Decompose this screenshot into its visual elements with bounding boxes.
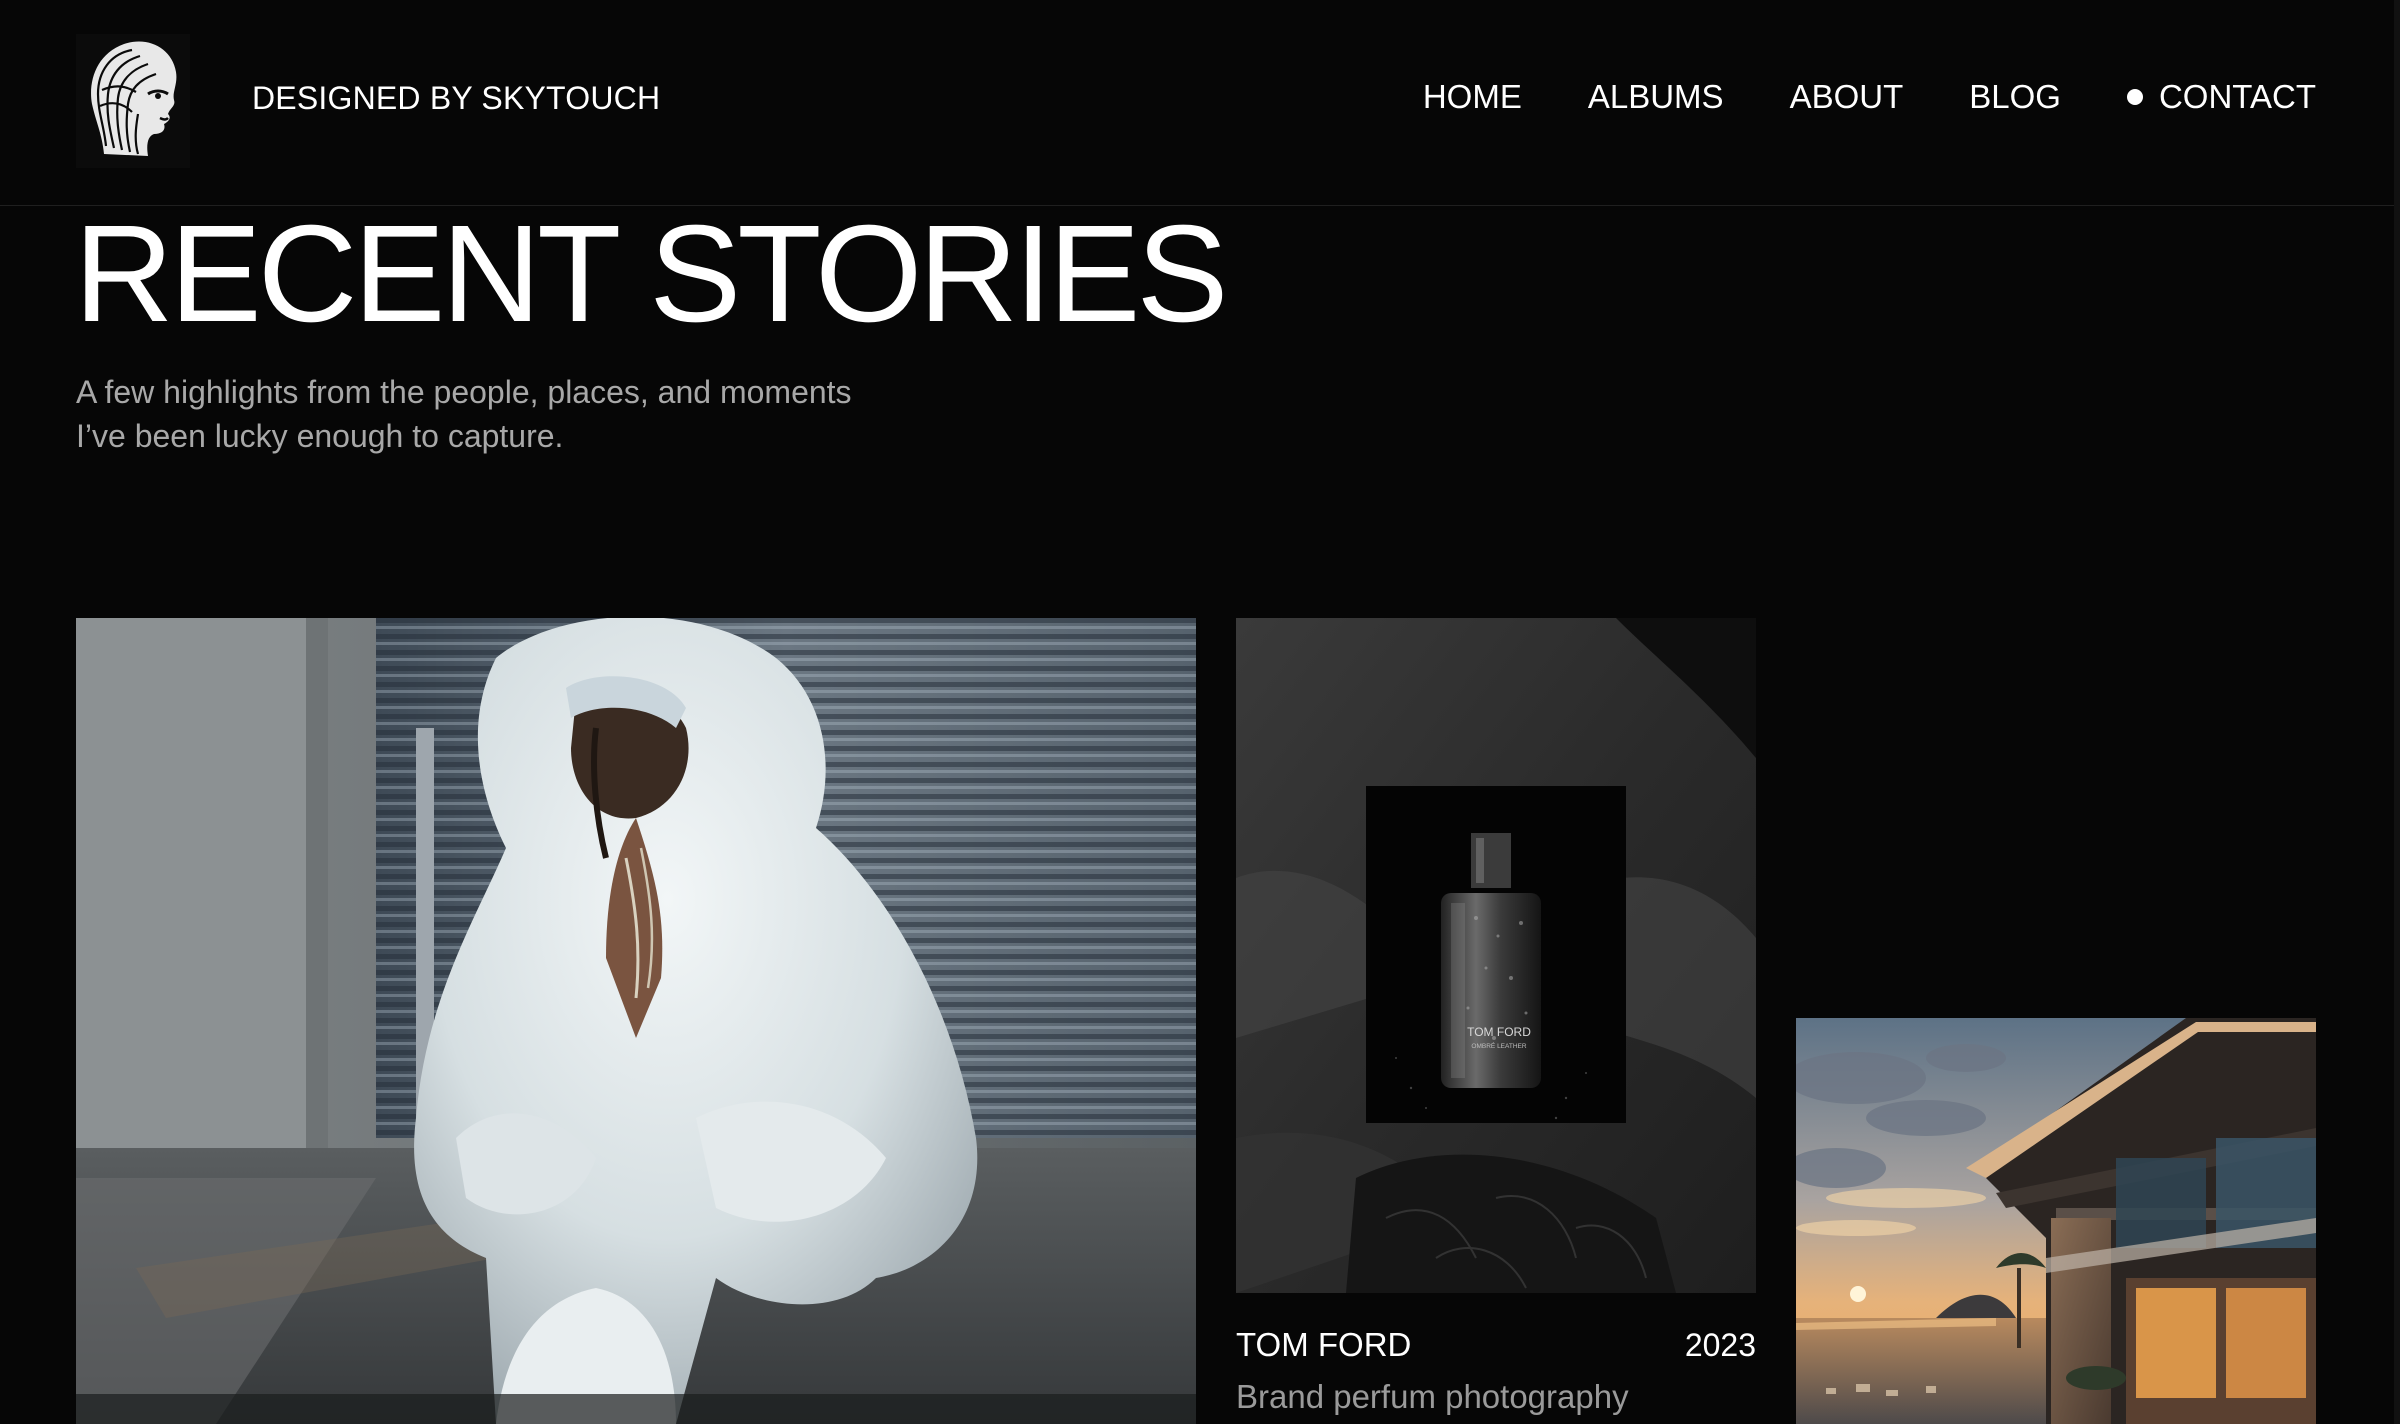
main-nav: HOME ALBUMS ABOUT BLOG CONTACT — [1423, 78, 2316, 116]
site-header: DESIGNED BY SKYTOUCH HOME ALBUMS ABOUT B… — [0, 0, 2400, 206]
brand-name[interactable]: DESIGNED BY SKYTOUCH — [252, 80, 660, 117]
subtitle-line-1: A few highlights from the people, places… — [76, 374, 852, 410]
villa-photo — [1796, 1018, 2316, 1424]
nav-albums[interactable]: ALBUMS — [1588, 78, 1724, 116]
story-meta-row: TOM FORD 2023 — [1236, 1326, 1756, 1364]
story-description: Brand perfum photography — [1236, 1378, 1629, 1415]
nav-about[interactable]: ABOUT — [1790, 78, 1904, 116]
story-meta-tom-ford: TOM FORD 2023 Brand perfum photography — [1236, 1326, 1756, 1416]
engraved-head-icon[interactable] — [76, 34, 190, 168]
bottle-sub-label: OMBRÉ LEATHER — [1471, 1041, 1526, 1050]
story-title[interactable]: TOM FORD — [1236, 1326, 1411, 1364]
fur-coat-photo — [76, 618, 1196, 1424]
nav-contact-label: CONTACT — [2158, 78, 2316, 115]
page-scrollbar[interactable] — [2394, 0, 2400, 1424]
page-subtitle: A few highlights from the people, places… — [76, 370, 956, 458]
story-year: 2023 — [1684, 1327, 1756, 1363]
story-card-fur-coat[interactable] — [76, 618, 1196, 1424]
nav-contact[interactable]: CONTACT — [2126, 78, 2316, 116]
dot-icon — [2126, 89, 2143, 105]
bottle-brand-label: TOM FORD — [1467, 1025, 1531, 1039]
nav-home[interactable]: HOME — [1423, 78, 1522, 116]
nav-blog[interactable]: BLOG — [1969, 78, 2061, 116]
subtitle-line-2: I’ve been lucky enough to capture. — [76, 418, 564, 454]
story-card-tom-ford[interactable]: TOM FORD OMBRÉ LEATHER — [1236, 618, 1756, 1293]
page-title: RECENT STORIES — [74, 197, 1228, 351]
story-card-villa[interactable] — [1796, 1018, 2316, 1424]
perfume-photo: TOM FORD OMBRÉ LEATHER — [1236, 618, 1756, 1293]
